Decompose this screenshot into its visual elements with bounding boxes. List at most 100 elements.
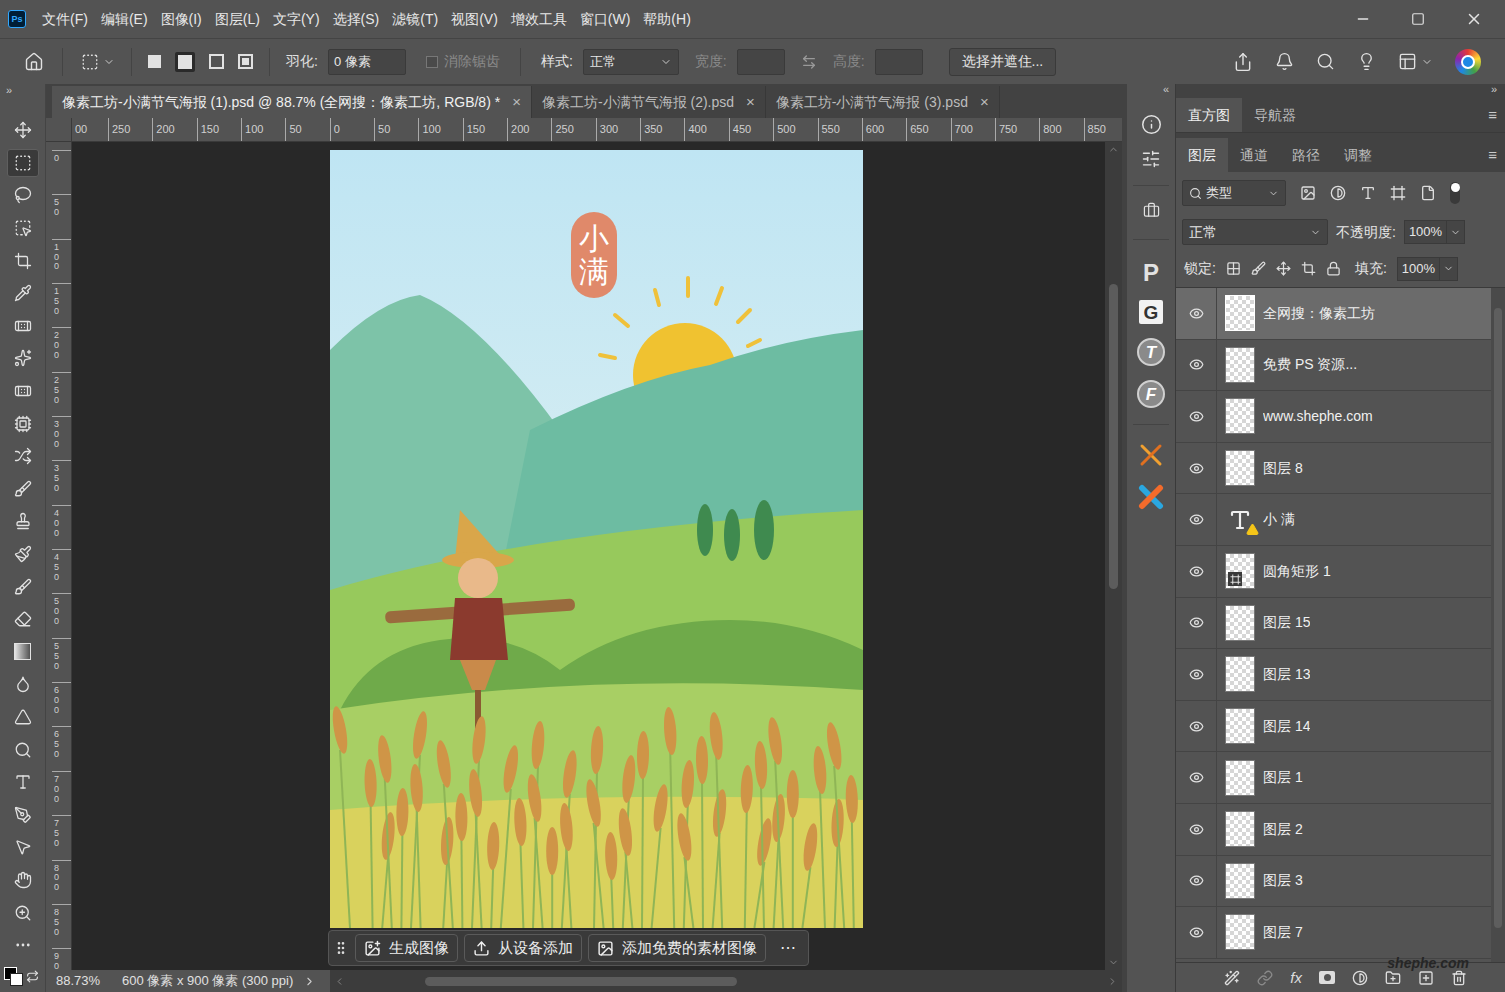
lock-artboard-icon[interactable] (1301, 261, 1316, 276)
layer-row[interactable]: 图层 3 (1176, 856, 1491, 908)
blend-mode-select[interactable]: 正常 (1182, 219, 1328, 245)
link-layers-icon[interactable] (1257, 970, 1273, 986)
share-icon[interactable] (1233, 52, 1253, 72)
tool-button[interactable] (0, 929, 45, 962)
tool-button[interactable] (0, 864, 45, 897)
tool-button[interactable] (0, 244, 45, 277)
taskbar-button[interactable]: 生成图像 (355, 934, 458, 962)
tool-button[interactable] (0, 603, 45, 636)
adjustment-layer-icon[interactable] (1352, 970, 1368, 986)
tool-button[interactable] (0, 570, 45, 603)
visibility-eye-icon[interactable] (1189, 564, 1204, 579)
scroll-right-icon[interactable] (1107, 976, 1118, 987)
opacity-field[interactable]: 100% (1404, 220, 1465, 244)
visibility-eye-icon[interactable] (1189, 822, 1204, 837)
layers-scrollbar[interactable] (1491, 288, 1505, 962)
tool-button[interactable] (0, 766, 45, 799)
delete-layer-icon[interactable] (1451, 970, 1467, 986)
tool-button[interactable] (0, 114, 45, 147)
menu-item[interactable]: 视图(V) (451, 9, 498, 30)
chevron-down-icon[interactable] (103, 56, 115, 68)
swap-colors-icon[interactable] (26, 970, 39, 983)
menu-item[interactable]: 图像(I) (161, 9, 202, 30)
antialias-checkbox[interactable] (426, 56, 438, 68)
panel-menu[interactable]: ≡ (1488, 138, 1505, 172)
tool-button[interactable] (0, 310, 45, 343)
tool-button[interactable] (0, 668, 45, 701)
scroll-left-icon[interactable] (334, 976, 345, 987)
chevron-down-icon[interactable] (1421, 56, 1433, 68)
lock-pixels-icon[interactable] (1251, 261, 1266, 276)
visibility-eye-icon[interactable] (1189, 409, 1204, 424)
tool-button[interactable] (0, 375, 45, 408)
plugin-button[interactable]: P (1138, 260, 1164, 286)
tool-button[interactable] (0, 831, 45, 864)
height-field[interactable] (875, 49, 923, 75)
subtract-selection-icon[interactable] (209, 54, 224, 69)
visibility-eye-icon[interactable] (1189, 667, 1204, 682)
menu-item[interactable]: 编辑(E) (101, 9, 148, 30)
layer-row[interactable]: 图层 14 (1176, 701, 1491, 753)
vertical-scrollbar[interactable] (1105, 142, 1122, 970)
search-icon[interactable] (1316, 52, 1335, 71)
color-swatches[interactable] (4, 967, 24, 987)
colorful-x-plugin-icon[interactable] (1137, 483, 1165, 511)
pixel-filter-icon[interactable] (1300, 185, 1316, 201)
menu-item[interactable]: 窗口(W) (580, 9, 631, 30)
select-and-mask-button[interactable]: 选择并遮住... (949, 48, 1057, 76)
lock-transparency-icon[interactable] (1226, 261, 1241, 276)
bell-icon[interactable] (1275, 52, 1294, 71)
width-field[interactable] (737, 49, 785, 75)
tool-button[interactable] (0, 212, 45, 245)
menu-item[interactable]: 帮助(H) (643, 9, 690, 30)
layer-row[interactable]: 免费 PS 资源... (1176, 340, 1491, 392)
shape-filter-icon[interactable] (1390, 185, 1406, 201)
zoom-level[interactable]: 88.73% (56, 971, 122, 991)
feather-field[interactable]: 0 像素 (328, 49, 406, 75)
tool-button[interactable] (0, 733, 45, 766)
layer-style-brush-icon[interactable] (1224, 970, 1240, 986)
close-icon[interactable] (1465, 10, 1483, 28)
taskbar-button[interactable]: 添加免费的素材图像 (588, 934, 766, 962)
panel-tab[interactable]: 通道 (1228, 138, 1280, 172)
tool-button[interactable] (0, 798, 45, 831)
workspace-icon[interactable] (1398, 52, 1417, 71)
panel-menu[interactable]: ≡ (1488, 98, 1505, 132)
menu-item[interactable]: 文件(F) (42, 9, 88, 30)
grip-icon[interactable] (333, 940, 349, 956)
new-selection-icon[interactable] (148, 55, 161, 68)
tool-button[interactable] (0, 277, 45, 310)
visibility-eye-icon[interactable] (1189, 719, 1204, 734)
visibility-eye-icon[interactable] (1189, 615, 1204, 630)
add-selection-icon[interactable] (175, 52, 195, 72)
orange-x-plugin-icon[interactable] (1137, 441, 1165, 469)
swap-icon[interactable] (801, 54, 817, 70)
menu-item[interactable]: 图层(L) (215, 9, 260, 30)
home-icon[interactable] (24, 52, 44, 72)
properties-icon[interactable] (1141, 149, 1161, 169)
menu-item[interactable]: 文字(Y) (273, 9, 320, 30)
tool-button[interactable] (0, 505, 45, 538)
tool-button[interactable] (0, 896, 45, 929)
document-canvas[interactable]: 小满生成图像从设备添加添加免费的素材图像⋯ (330, 150, 863, 928)
tool-button[interactable] (0, 179, 45, 212)
lightbulb-icon[interactable] (1357, 52, 1376, 71)
avatar-icon[interactable] (1455, 49, 1481, 75)
scroll-up-icon[interactable] (1108, 144, 1119, 155)
visibility-eye-icon[interactable] (1189, 770, 1204, 785)
minimize-icon[interactable] (1355, 11, 1371, 27)
fx-button[interactable]: fx (1290, 970, 1302, 985)
tool-button[interactable] (0, 147, 45, 180)
fill-field[interactable]: 100% (1397, 257, 1458, 281)
canvas-viewport[interactable]: 小满生成图像从设备添加添加免费的素材图像⋯ (72, 142, 1105, 970)
panel-tab[interactable]: 直方图 (1176, 98, 1242, 132)
filter-toggle[interactable] (1450, 182, 1460, 204)
layer-row[interactable]: 图层 7 (1176, 907, 1491, 959)
filter-select[interactable]: 类型 (1182, 180, 1286, 206)
type-filter-icon[interactable] (1360, 185, 1376, 201)
lock-all-icon[interactable] (1326, 261, 1341, 276)
tool-button[interactable] (0, 407, 45, 440)
tool-button[interactable] (0, 440, 45, 473)
info-icon[interactable] (1141, 114, 1162, 135)
visibility-eye-icon[interactable] (1189, 925, 1204, 940)
